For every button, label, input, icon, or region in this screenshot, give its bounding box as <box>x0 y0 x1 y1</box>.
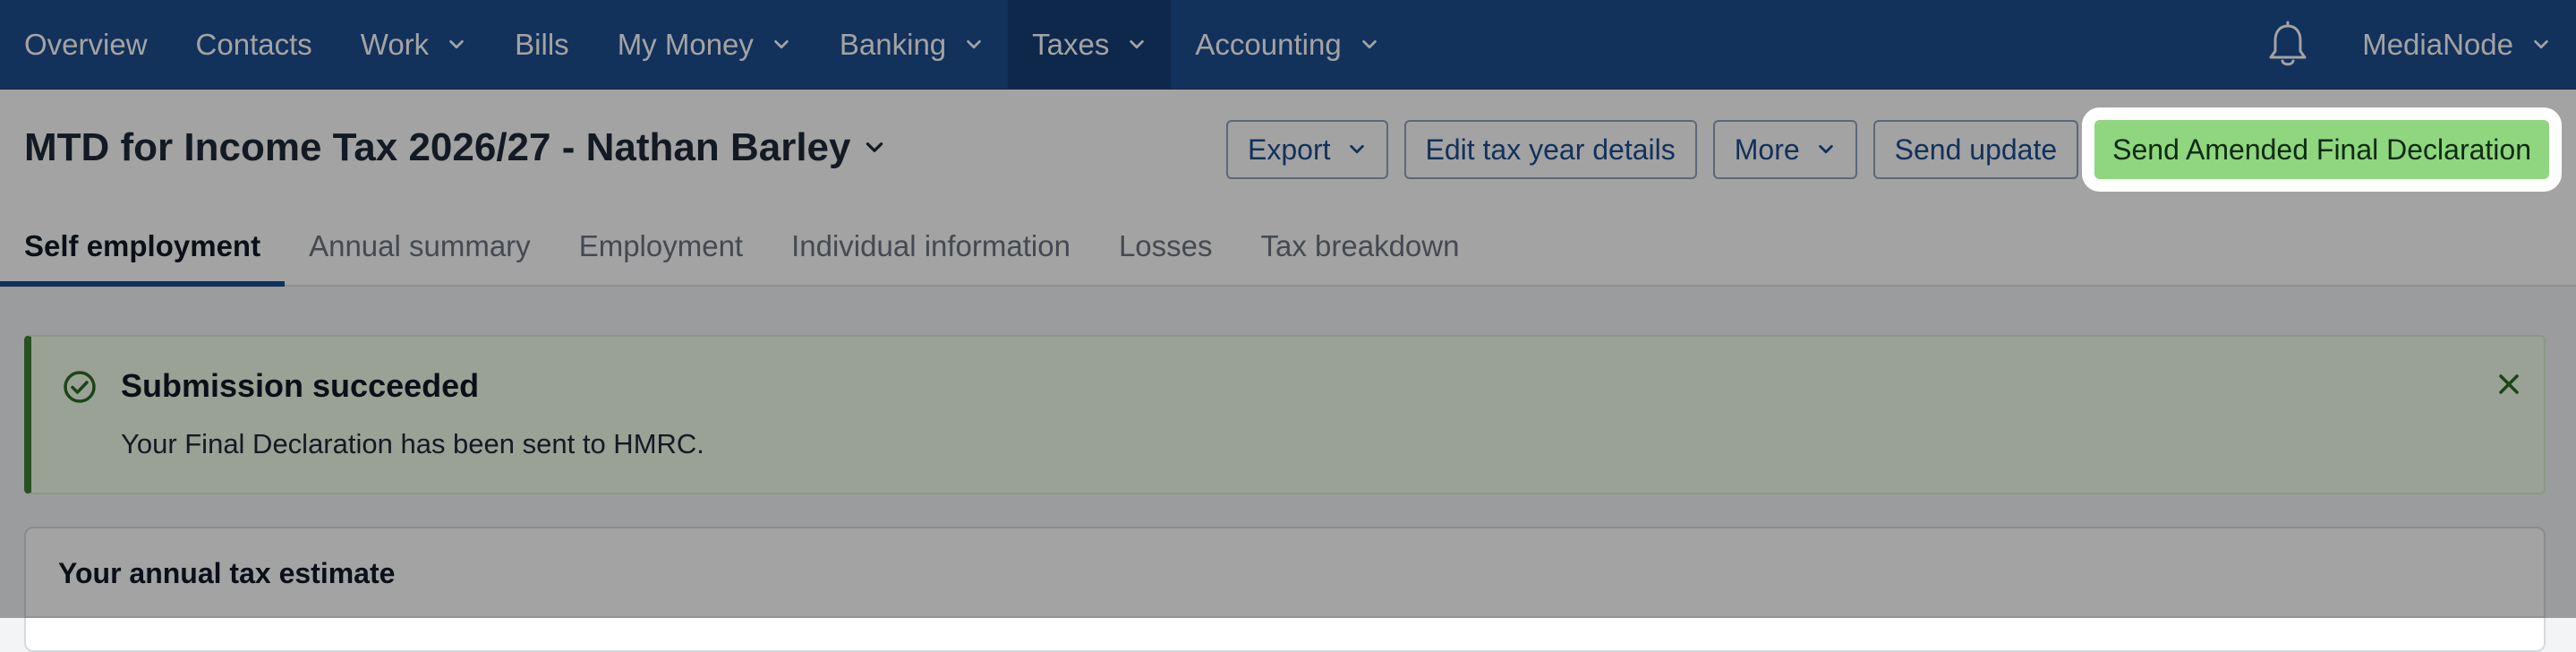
tab-label: Individual information <box>791 229 1070 262</box>
nav-item-overview[interactable]: Overview <box>0 0 172 90</box>
annual-tax-estimate-card: Your annual tax estimate <box>24 527 2546 652</box>
alert-title: Submission succeeded <box>121 367 480 404</box>
send-amended-final-declaration-button[interactable]: Send Amended Final Declaration <box>2082 107 2562 192</box>
nav-item-my-money[interactable]: My Money <box>593 0 815 90</box>
check-circle-icon <box>64 371 96 403</box>
nav-item-accounting[interactable]: Accounting <box>1171 0 1403 90</box>
chevron-down-icon <box>1349 144 1364 154</box>
nav-label: Accounting <box>1195 27 1342 61</box>
tab-label: Employment <box>578 229 744 262</box>
success-alert: Submission succeeded Your Final Declarat… <box>24 335 2546 494</box>
tab-bar: Self employment Annual summary Employmen… <box>0 222 1483 287</box>
tab-label: Losses <box>1118 229 1213 262</box>
top-navigation: Overview Contacts Work Bills My Money Ba… <box>0 0 2576 90</box>
send-amended-label: Send Amended Final Declaration <box>2112 133 2531 166</box>
nav-label: Banking <box>839 27 947 61</box>
export-label: Export <box>1248 133 1331 166</box>
alert-message: Your Final Declaration has been sent to … <box>121 428 704 459</box>
send-update-button[interactable]: Send update <box>1872 120 2079 179</box>
chevron-down-icon <box>774 39 789 48</box>
chevron-down-icon <box>1130 39 1145 48</box>
tab-self-employment[interactable]: Self employment <box>0 222 286 287</box>
nav-label: Contacts <box>195 27 312 61</box>
tab-tax-breakdown[interactable]: Tax breakdown <box>1237 222 1484 287</box>
nav-label: Work <box>360 27 430 61</box>
tab-annual-summary[interactable]: Annual summary <box>285 222 555 287</box>
tab-label: Tax breakdown <box>1260 229 1460 262</box>
chevron-down-icon <box>967 39 981 48</box>
export-button[interactable]: Export <box>1226 120 1388 179</box>
chevron-down-icon <box>866 142 883 152</box>
edit-tax-year-button[interactable]: Edit tax year details <box>1403 120 1697 179</box>
chevron-down-icon <box>449 39 464 48</box>
nav-label: Bills <box>515 27 569 61</box>
tab-employment[interactable]: Employment <box>555 222 767 287</box>
tab-label: Annual summary <box>309 229 531 262</box>
send-update-label: Send update <box>1894 133 2058 166</box>
org-name: MediaNode <box>2362 27 2513 61</box>
nav-label: Taxes <box>1032 27 1110 61</box>
more-label: More <box>1734 133 1800 166</box>
chevron-down-icon <box>1361 39 1377 48</box>
close-icon[interactable] <box>2494 369 2524 399</box>
nav-item-contacts[interactable]: Contacts <box>172 0 337 90</box>
more-button[interactable]: More <box>1712 120 1857 179</box>
nav-right: MediaNode <box>2265 0 2576 90</box>
nav-item-work[interactable]: Work <box>337 0 490 90</box>
chevron-down-icon <box>2534 39 2548 48</box>
nav-item-taxes[interactable]: Taxes <box>1008 0 1172 90</box>
tab-losses[interactable]: Losses <box>1095 222 1237 287</box>
tab-individual-information[interactable]: Individual information <box>767 222 1095 287</box>
nav-label: Overview <box>24 27 148 61</box>
nav-item-bills[interactable]: Bills <box>490 0 593 90</box>
edit-tax-year-label: Edit tax year details <box>1425 133 1676 166</box>
page-title[interactable]: MTD for Income Tax 2026/27 - Nathan Barl… <box>24 125 886 170</box>
organisation-switcher[interactable]: MediaNode <box>2362 28 2576 62</box>
card-heading: Your annual tax estimate <box>58 557 396 589</box>
nav-label: My Money <box>617 27 754 61</box>
chevron-down-icon <box>1818 144 1833 154</box>
nav-item-banking[interactable]: Banking <box>815 0 1008 90</box>
page-title-text: MTD for Income Tax 2026/27 - Nathan Barl… <box>24 125 851 169</box>
tab-label: Self employment <box>24 229 261 262</box>
bell-icon[interactable] <box>2265 21 2310 69</box>
header-actions: Export Edit tax year details More Send u… <box>1226 107 2562 192</box>
